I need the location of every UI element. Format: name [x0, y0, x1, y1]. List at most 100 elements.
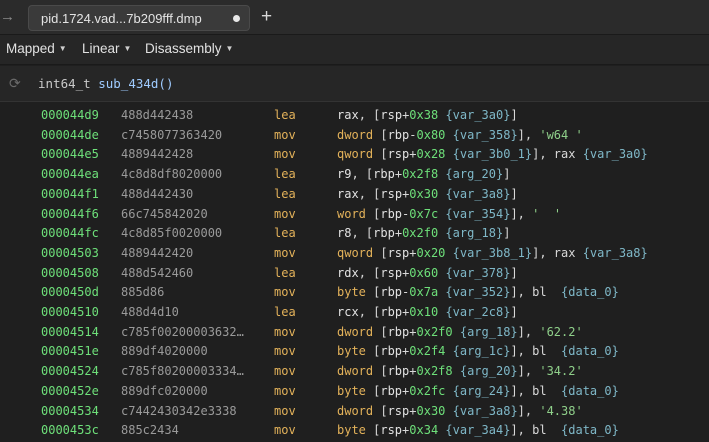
disassembly-row[interactable]: 00004510 488d4d10 lea rcx, [rbp+0x10 {var_2…	[0, 303, 709, 322]
instruction-operands[interactable]: byte [rbp+0x2fc {arg_24}], bl {data_0}	[337, 382, 619, 401]
immediate-token[interactable]: 0x60	[409, 266, 438, 280]
instruction-mnemonic[interactable]: mov	[274, 402, 296, 421]
instruction-mnemonic[interactable]: mov	[274, 362, 296, 381]
immediate-token[interactable]: 0x38	[409, 108, 438, 122]
instruction-operands[interactable]: dword [rbp+0x2f0 {arg_18}], '62.2'	[337, 323, 583, 342]
disassembly-row[interactable]: 000044ea 4c8d8df8020000 lea r9, [rbp+0x2f8 …	[0, 165, 709, 184]
immediate-token[interactable]: 0x2fc	[409, 384, 445, 398]
instruction-mnemonic[interactable]: lea	[274, 224, 296, 243]
instruction-mnemonic[interactable]: mov	[274, 205, 296, 224]
disassembly-row[interactable]: 00004534 c7442430342e3338 mov dword [rsp+0x…	[0, 402, 709, 421]
instruction-address[interactable]: 000044e5	[41, 145, 99, 164]
disassembly-row[interactable]: 000044f1 488d442430 lea rax, [rsp+0x30 {var…	[0, 185, 709, 204]
data-ref-token[interactable]: {data_0}	[561, 344, 619, 358]
disassembly-row[interactable]: 00004503 4889442420 mov qword [rsp+0x20 {va…	[0, 244, 709, 263]
mapped-dropdown[interactable]: Mapped ▼	[6, 41, 67, 56]
function-name[interactable]: sub_434d()	[98, 76, 173, 91]
instruction-mnemonic[interactable]: mov	[274, 421, 296, 440]
instruction-address[interactable]: 0000451e	[41, 342, 99, 361]
function-signature[interactable]: int64_t sub_434d()	[38, 76, 173, 91]
disassembly-row[interactable]: 0000453c 885c2434 mov byte [rsp+0x34 {var_3…	[0, 421, 709, 440]
instruction-mnemonic[interactable]: mov	[274, 126, 296, 145]
instruction-operands[interactable]: rax, [rsp+0x38 {var_3a0}]	[337, 106, 518, 125]
instruction-address[interactable]: 00004524	[41, 362, 99, 381]
instruction-address[interactable]: 00004503	[41, 244, 99, 263]
variable-token[interactable]: {var_2c8}	[445, 305, 510, 319]
instruction-mnemonic[interactable]: mov	[274, 145, 296, 164]
instruction-operands[interactable]: byte [rbp+0x2f4 {arg_1c}], bl {data_0}	[337, 342, 619, 361]
disassembly-row[interactable]: 000044f6 66c745842020 mov word [rbp-0x7c {v…	[0, 205, 709, 224]
instruction-mnemonic[interactable]: mov	[274, 283, 296, 302]
immediate-token[interactable]: 0x30	[417, 404, 446, 418]
instruction-address[interactable]: 0000453c	[41, 421, 99, 440]
data-ref-token[interactable]: {data_0}	[561, 423, 619, 437]
variable-token[interactable]: {var_3a4}	[445, 423, 510, 437]
disassembly-dropdown[interactable]: Disassembly ▼	[145, 41, 233, 56]
immediate-token[interactable]: 0x28	[417, 147, 446, 161]
data-ref-token[interactable]: {data_0}	[561, 285, 619, 299]
instruction-address[interactable]: 00004508	[41, 264, 99, 283]
immediate-token[interactable]: 0x80	[417, 128, 446, 142]
data-ref-token[interactable]: {data_0}	[561, 384, 619, 398]
disassembly-row[interactable]: 00004508 488d542460 lea rdx, [rsp+0x60 {var…	[0, 264, 709, 283]
immediate-token[interactable]: 0x2f0	[402, 226, 438, 240]
variable-token[interactable]: {arg_20}	[460, 364, 518, 378]
instruction-address[interactable]: 00004514	[41, 323, 99, 342]
variable-token[interactable]: {var_354}	[445, 207, 510, 221]
variable-token[interactable]: {arg_1c}	[453, 344, 511, 358]
instruction-address[interactable]: 000044de	[41, 126, 99, 145]
immediate-token[interactable]: 0x7c	[409, 207, 438, 221]
instruction-address[interactable]: 0000450d	[41, 283, 99, 302]
instruction-operands[interactable]: dword [rbp-0x80 {var_358}], 'w64 '	[337, 126, 583, 145]
instruction-operands[interactable]: byte [rsp+0x34 {var_3a4}], bl {data_0}	[337, 421, 619, 440]
instruction-mnemonic[interactable]: lea	[274, 303, 296, 322]
instruction-mnemonic[interactable]: mov	[274, 382, 296, 401]
disassembly-row[interactable]: 0000452e 889dfc020000 mov byte [rbp+0x2fc {…	[0, 382, 709, 401]
variable-token[interactable]: {var_3b0_1}	[453, 147, 532, 161]
back-arrow-icon[interactable]: →	[0, 7, 16, 27]
disassembly-row[interactable]: 00004514 c785f00200003632… mov dword [rbp+0…	[0, 323, 709, 342]
instruction-operands[interactable]: rdx, [rsp+0x60 {var_378}]	[337, 264, 518, 283]
immediate-token[interactable]: 0x10	[409, 305, 438, 319]
immediate-token[interactable]: 0x7a	[409, 285, 438, 299]
variable-token[interactable]: {arg_20}	[445, 167, 503, 181]
instruction-mnemonic[interactable]: mov	[274, 244, 296, 263]
disassembly-row[interactable]: 000044de c7458077363420 mov dword [rbp-0x80…	[0, 126, 709, 145]
instruction-operands[interactable]: dword [rsp+0x30 {var_3a8}], '4.38'	[337, 402, 583, 421]
instruction-address[interactable]: 000044fc	[41, 224, 99, 243]
instruction-mnemonic[interactable]: lea	[274, 264, 296, 283]
instruction-address[interactable]: 000044f1	[41, 185, 99, 204]
linear-dropdown[interactable]: Linear ▼	[82, 41, 131, 56]
instruction-mnemonic[interactable]: lea	[274, 185, 296, 204]
immediate-token[interactable]: 0x20	[417, 246, 446, 260]
immediate-token[interactable]: 0x30	[409, 187, 438, 201]
instruction-operands[interactable]: word [rbp-0x7c {var_354}], ' '	[337, 205, 561, 224]
disassembly-listing[interactable]: 000044d9 488d442438 lea rax, [rsp+0x38 {var…	[0, 102, 709, 442]
variable-token[interactable]: {var_3b8_1}	[453, 246, 532, 260]
disassembly-row[interactable]: 00004524 c785f80200003334… mov dword [rbp+0…	[0, 362, 709, 381]
instruction-address[interactable]: 000044d9	[41, 106, 99, 125]
instruction-operands[interactable]: rax, [rsp+0x30 {var_3a8}]	[337, 185, 518, 204]
instruction-address[interactable]: 000044ea	[41, 165, 99, 184]
disassembly-row[interactable]: 0000451e 889df4020000 mov byte [rbp+0x2f4 {…	[0, 342, 709, 361]
variable-token[interactable]: {var_352}	[445, 285, 510, 299]
instruction-operands[interactable]: byte [rbp-0x7a {var_352}], bl {data_0}	[337, 283, 619, 302]
immediate-token[interactable]: 0x2f8	[402, 167, 438, 181]
refresh-icon[interactable]: ⟳	[9, 75, 25, 91]
instruction-address[interactable]: 00004534	[41, 402, 99, 421]
instruction-address[interactable]: 0000452e	[41, 382, 99, 401]
instruction-operands[interactable]: r8, [rbp+0x2f0 {arg_18}]	[337, 224, 510, 243]
instruction-operands[interactable]: qword [rsp+0x20 {var_3b8_1}], rax {var_3…	[337, 244, 648, 263]
instruction-operands[interactable]: rcx, [rbp+0x10 {var_2c8}]	[337, 303, 518, 322]
immediate-token[interactable]: 0x2f8	[417, 364, 453, 378]
instruction-operands[interactable]: qword [rsp+0x28 {var_3b0_1}], rax {var_3…	[337, 145, 648, 164]
instruction-mnemonic[interactable]: lea	[274, 165, 296, 184]
variable-token[interactable]: {arg_18}	[445, 226, 503, 240]
immediate-token[interactable]: 0x34	[409, 423, 438, 437]
variable-token[interactable]: {arg_24}	[453, 384, 511, 398]
instruction-address[interactable]: 00004510	[41, 303, 99, 322]
variable-token[interactable]: {var_3a0}	[583, 147, 648, 161]
immediate-token[interactable]: 0x2f0	[417, 325, 453, 339]
immediate-token[interactable]: 0x2f4	[409, 344, 445, 358]
disassembly-row[interactable]: 0000450d 885d86 mov byte [rbp-0x7a {var_352…	[0, 283, 709, 302]
